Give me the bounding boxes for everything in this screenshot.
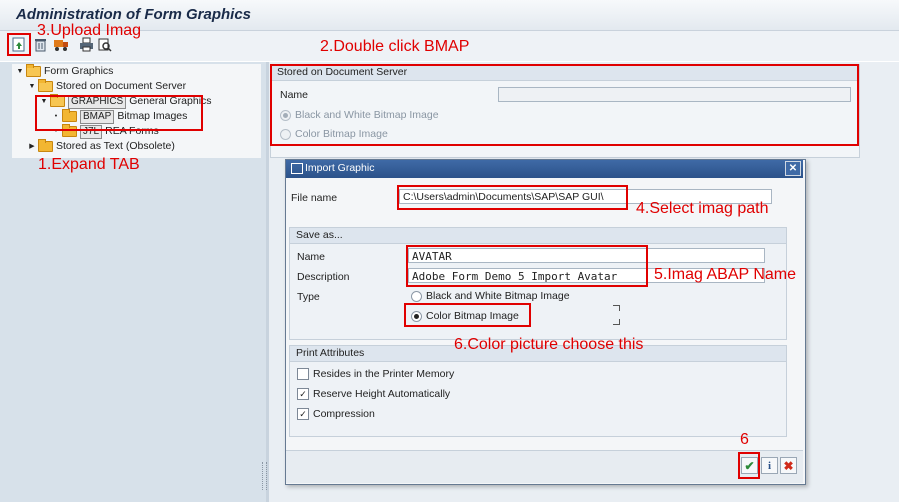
expand-arrow-icon[interactable]: ▼	[28, 79, 36, 94]
annotation-color-text: 6.Color picture choose this	[454, 336, 644, 353]
compression-option[interactable]: ✓ Compression	[297, 408, 375, 421]
collapse-arrow-icon[interactable]: ▶	[28, 139, 36, 154]
file-name-label: File name	[291, 192, 338, 204]
checkbox-checked-icon[interactable]: ✓	[297, 408, 309, 421]
type-label: Type	[297, 291, 320, 303]
annotation-name-text: 5.Imag ABAP Name	[654, 266, 796, 283]
annotation-box-bmap	[35, 95, 203, 131]
save-name-label: Name	[297, 251, 326, 263]
expand-arrow-icon[interactable]: ▼	[16, 64, 24, 79]
cancel-x-icon[interactable]: ✖	[780, 457, 797, 474]
tree-node-stored-doc-server[interactable]: ▼ Stored on Document Server	[28, 79, 261, 94]
reserve-height-option[interactable]: ✓ Reserve Height Automatically	[297, 388, 450, 401]
annotation-box-color	[404, 303, 531, 327]
splitter-grip-icon[interactable]	[262, 462, 267, 490]
annotation-upload-text: 3.Upload Imag	[37, 22, 142, 39]
annotation-bmap-text: 2.Double click BMAP	[320, 38, 470, 55]
folder-icon	[38, 139, 53, 152]
resides-option[interactable]: Resides in the Printer Memory	[297, 368, 454, 381]
type-option-bw[interactable]: Black and White Bitmap Image	[411, 290, 570, 302]
folder-open-icon	[26, 64, 41, 77]
radio-bw-icon[interactable]	[411, 290, 422, 302]
annotation-box-upload	[7, 33, 31, 56]
annotation-box-confirm	[738, 452, 760, 479]
dialog-title: Import Graphic	[305, 162, 375, 174]
save-as-header: Save as...	[290, 228, 786, 244]
checkbox-empty-icon[interactable]	[297, 368, 309, 381]
corner-mark-icon	[613, 305, 620, 311]
description-label: Description	[297, 271, 350, 283]
tree-node-stored-text[interactable]: ▶ Stored as Text (Obsolete)	[28, 139, 261, 154]
dialog-footer	[286, 450, 803, 483]
window-title: Administration of Form Graphics	[16, 6, 252, 23]
annotation-path-text: 4.Select imag path	[636, 200, 769, 217]
corner-mark-icon	[613, 319, 620, 325]
dialog-close-icon[interactable]: ✕	[785, 161, 801, 176]
annotation-box-doc-server	[270, 64, 859, 146]
annotation-box-file-path	[397, 185, 628, 210]
folder-open-icon	[38, 79, 53, 92]
annotation-box-name	[406, 245, 648, 287]
dialog-window-icon	[291, 163, 303, 174]
annotation-expand-text: 1.Expand TAB	[38, 156, 140, 173]
info-icon[interactable]: i	[761, 457, 778, 474]
checkbox-checked-icon[interactable]: ✓	[297, 388, 309, 401]
tree-node-form-graphics[interactable]: ▼ Form Graphics	[16, 64, 261, 79]
annotation-confirm-text: 6	[740, 431, 749, 448]
